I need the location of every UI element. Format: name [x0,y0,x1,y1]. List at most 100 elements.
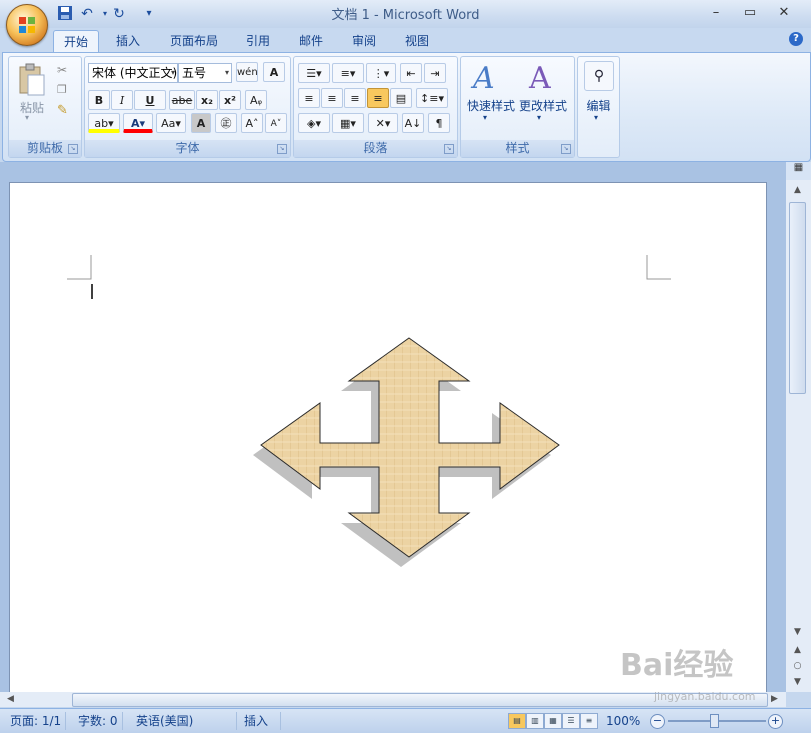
document-page[interactable] [9,182,767,704]
full-screen-reading-icon[interactable]: ▥ [526,713,544,729]
strikethrough-button[interactable]: abe [169,90,195,110]
paste-icon[interactable] [17,63,47,97]
decrease-indent-button[interactable]: ⇤ [400,63,422,83]
font-size-combo[interactable]: 五号 ▾ [178,63,232,83]
increase-indent-button[interactable]: ⇥ [424,63,446,83]
line-spacing-button[interactable]: ↕≡▾ [416,88,448,108]
font-name-combo[interactable]: 宋体 (中文正文) ▾ [88,63,178,83]
zoom-out-icon[interactable]: − [650,714,665,729]
outline-view-icon[interactable]: ☰ [562,713,580,729]
underline-button[interactable]: U [134,90,166,110]
watermark-logo: Bai经验 [620,648,734,683]
align-right-button[interactable]: ≡ [344,88,366,108]
quick-styles-label[interactable]: 快速样式 [465,97,517,114]
print-layout-icon[interactable]: ▤ [508,713,526,729]
word-count[interactable]: 字数: 0 [74,712,123,730]
char-shading-button[interactable]: A [191,113,211,133]
paragraph-launcher-icon[interactable]: ↘ [444,144,454,154]
web-layout-icon[interactable]: ▦ [544,713,562,729]
justify-button[interactable]: ≡ [367,88,389,108]
page-count[interactable]: 页面: 1/1 [6,712,67,730]
bullets-button[interactable]: ☰▾ [298,63,330,83]
prev-page-icon[interactable]: ▲ [789,642,806,658]
restore-button[interactable]: ▭ [737,4,763,22]
office-button[interactable] [6,4,48,46]
paste-dropdown-icon[interactable]: ▾ [25,113,29,122]
cut-icon[interactable]: ✂ [57,63,67,77]
tab-home[interactable]: 开始 [53,30,100,53]
char-border-button[interactable]: A [263,62,285,82]
subscript-button[interactable]: x₂ [196,90,218,110]
minimize-button[interactable]: – [703,4,729,22]
change-styles-icon[interactable]: A [529,61,551,96]
zoom-level[interactable]: 100% [606,712,640,730]
editing-label[interactable]: 编辑 [580,97,617,114]
zoom-in-icon[interactable]: + [768,714,783,729]
tab-view[interactable]: 视图 [395,30,439,52]
binoculars-icon[interactable]: ⚲ [584,61,614,91]
close-button[interactable]: ✕ [771,4,797,22]
change-styles-label[interactable]: 更改样式 [517,97,569,114]
phonetic-guide-button[interactable]: wén [236,62,258,82]
show-marks-button[interactable]: ¶ [428,113,450,133]
draft-view-icon[interactable]: ≡ [580,713,598,729]
chevron-down-icon: ▾ [170,68,175,77]
bold-button[interactable]: B [88,90,110,110]
window-title: 文档 1 - Microsoft Word [331,8,480,23]
tab-review[interactable]: 审阅 [342,30,386,52]
font-color-button[interactable]: A▾ [123,113,153,133]
scroll-up-icon[interactable]: ▲ [789,182,806,198]
insert-mode-status[interactable]: 插入 [240,712,281,730]
zoom-slider-thumb[interactable] [710,714,719,728]
scroll-left-icon[interactable]: ◀ [2,692,19,706]
styles-group: A 快速样式 ▾ A 更改样式 ▾ 样式 ↘ [460,56,575,158]
sort-button[interactable]: A↓ [402,113,424,133]
tab-mailings[interactable]: 邮件 [289,30,333,52]
font-launcher-icon[interactable]: ↘ [277,144,287,154]
font-group: 宋体 (中文正文) ▾ 五号 ▾ wén A B I U abe x₂ x² Aᵩ … [84,56,291,158]
align-center-button[interactable]: ≡ [321,88,343,108]
change-styles-dropdown-icon[interactable]: ▾ [537,113,541,122]
copy-icon[interactable]: ❐ [57,83,67,96]
margin-corner-top-left [67,255,92,280]
clipboard-group: 粘贴 ▾ ✂ ❐ ✎ 剪贴板 ↘ [8,56,82,158]
highlight-button[interactable]: ab▾ [88,113,120,133]
help-icon[interactable]: ? [789,32,803,46]
format-painter-icon[interactable]: ✎ [57,103,68,118]
italic-button[interactable]: I [111,90,133,110]
shading-button[interactable]: ◈▾ [298,113,330,133]
grow-font-button[interactable]: A˄ [241,113,263,133]
browse-object-icon[interactable]: ○ [789,658,806,674]
enclose-char-button[interactable]: ㊣ [215,113,237,133]
multilevel-list-button[interactable]: ⋮▾ [366,63,396,83]
shrink-font-button[interactable]: A˅ [265,113,287,133]
borders-button[interactable]: ▦▾ [332,113,364,133]
chinese-layout-button[interactable]: ✕▾ [368,113,398,133]
tab-page-layout[interactable]: 页面布局 [160,30,228,52]
language-status[interactable]: 英语(美国) [132,712,237,730]
tab-references[interactable]: 引用 [236,30,280,52]
superscript-button[interactable]: x² [219,90,241,110]
font-name-value: 宋体 (中文正文) [92,66,178,80]
vertical-scrollbar[interactable]: ▲ ▼ ▲ ○ ▼ [786,180,811,692]
page-canvas [67,255,671,567]
editing-dropdown-icon[interactable]: ▾ [594,113,598,122]
scroll-down-icon[interactable]: ▼ [789,624,806,640]
styles-launcher-icon[interactable]: ↘ [561,144,571,154]
vertical-scroll-thumb[interactable] [789,202,806,394]
change-case-button[interactable]: Aa▾ [156,113,186,133]
quick-styles-dropdown-icon[interactable]: ▾ [483,113,487,122]
styles-group-label: 样式 [461,140,574,157]
ruler-toggle-icon[interactable]: ▦ [786,162,811,180]
clipboard-launcher-icon[interactable]: ↘ [68,144,78,154]
distributed-button[interactable]: ▤ [390,88,412,108]
next-page-icon[interactable]: ▼ [789,674,806,690]
align-left-button[interactable]: ≡ [298,88,320,108]
tab-insert[interactable]: 插入 [106,30,150,52]
numbering-button[interactable]: ≡▾ [332,63,364,83]
scroll-right-icon[interactable]: ▶ [766,692,783,706]
font-group-label: 字体 [85,140,290,157]
clear-format-button[interactable]: Aᵩ [245,90,267,110]
paste-label[interactable]: 粘贴 [15,99,49,116]
quick-styles-icon[interactable]: A [473,61,495,96]
